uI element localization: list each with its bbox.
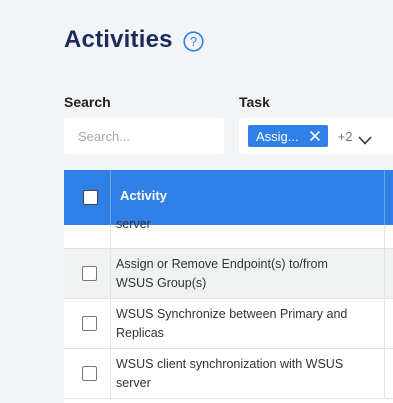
- task-more-count: +2: [337, 128, 353, 144]
- cell-divider: [384, 225, 385, 248]
- column-divider: [110, 170, 111, 225]
- activity-name: server: [116, 217, 151, 231]
- row-checkbox[interactable]: [82, 266, 97, 281]
- cell-divider: [110, 299, 111, 348]
- column-divider: [384, 170, 385, 225]
- cell-divider: [110, 225, 111, 248]
- task-label: Task: [239, 94, 270, 110]
- page-header: Activities ?: [64, 26, 204, 54]
- cell-divider: [110, 349, 111, 398]
- task-chip-label: Assig...: [256, 128, 299, 144]
- table-row[interactable]: WSUS Synchronize between Primary and Rep…: [64, 299, 393, 349]
- cell-divider: [110, 249, 111, 298]
- table-row[interactable]: server: [64, 217, 393, 249]
- column-header-activity[interactable]: Activity: [120, 188, 167, 203]
- search-input[interactable]: [64, 118, 224, 154]
- cell-divider: [384, 249, 385, 298]
- svg-text:?: ?: [190, 34, 197, 49]
- search-label: Search: [64, 94, 111, 110]
- page-title: Activities: [64, 26, 173, 53]
- activity-name: WSUS Synchronize between Primary and Rep…: [116, 307, 348, 340]
- task-chip: Assig...: [248, 125, 328, 147]
- row-checkbox[interactable]: [82, 366, 97, 381]
- table-row[interactable]: WSUS client synchronization with WSUS se…: [64, 349, 393, 399]
- chevron-down-icon[interactable]: [358, 132, 373, 145]
- task-multiselect[interactable]: Assig... +2: [239, 118, 393, 154]
- activities-table: Activity server Assign or Remove Endpoin…: [64, 170, 393, 403]
- help-icon[interactable]: ?: [183, 31, 204, 52]
- row-checkbox[interactable]: [82, 316, 97, 331]
- close-icon[interactable]: [309, 130, 321, 142]
- activity-name: Assign or Remove Endpoint(s) to/from WSU…: [116, 257, 328, 290]
- table-row[interactable]: Assign or Remove Endpoint(s) to/from WSU…: [64, 249, 393, 299]
- cell-divider: [384, 299, 385, 348]
- activity-name: WSUS client synchronization with WSUS se…: [116, 357, 344, 390]
- cell-divider: [384, 349, 385, 398]
- select-all-checkbox[interactable]: [83, 190, 98, 205]
